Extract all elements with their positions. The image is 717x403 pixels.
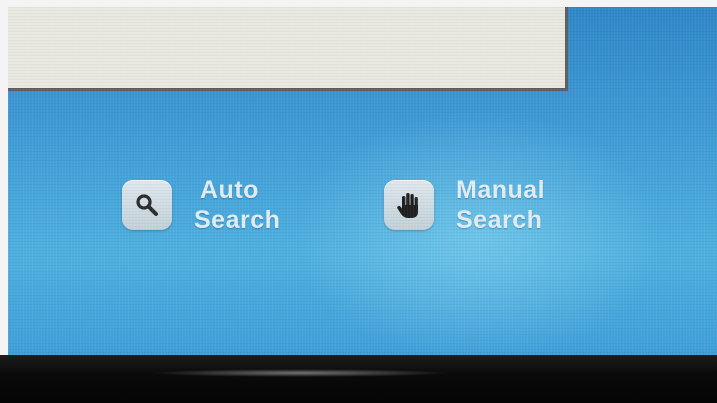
tv-display: Auto Search Manual Search — [0, 0, 717, 403]
auto-search-label: Auto Search — [194, 175, 280, 235]
manual-search-option[interactable]: Manual Search — [384, 175, 545, 235]
manual-search-label: Manual Search — [456, 175, 545, 235]
manual-search-label-line1: Manual — [456, 176, 546, 204]
bezel-reflection — [150, 369, 450, 377]
auto-search-label-line1: Auto — [200, 176, 259, 204]
hand-icon — [384, 180, 434, 230]
search-icon — [122, 180, 172, 230]
auto-search-label-line2: Search — [194, 206, 281, 234]
info-panel — [8, 7, 568, 91]
auto-search-option[interactable]: Auto Search — [122, 175, 280, 235]
photo-border-top — [0, 0, 717, 7]
tv-bezel — [0, 355, 717, 403]
photo-border-left — [0, 0, 8, 403]
tv-screen: Auto Search Manual Search — [8, 7, 717, 359]
manual-search-label-line2: Search — [456, 206, 543, 234]
